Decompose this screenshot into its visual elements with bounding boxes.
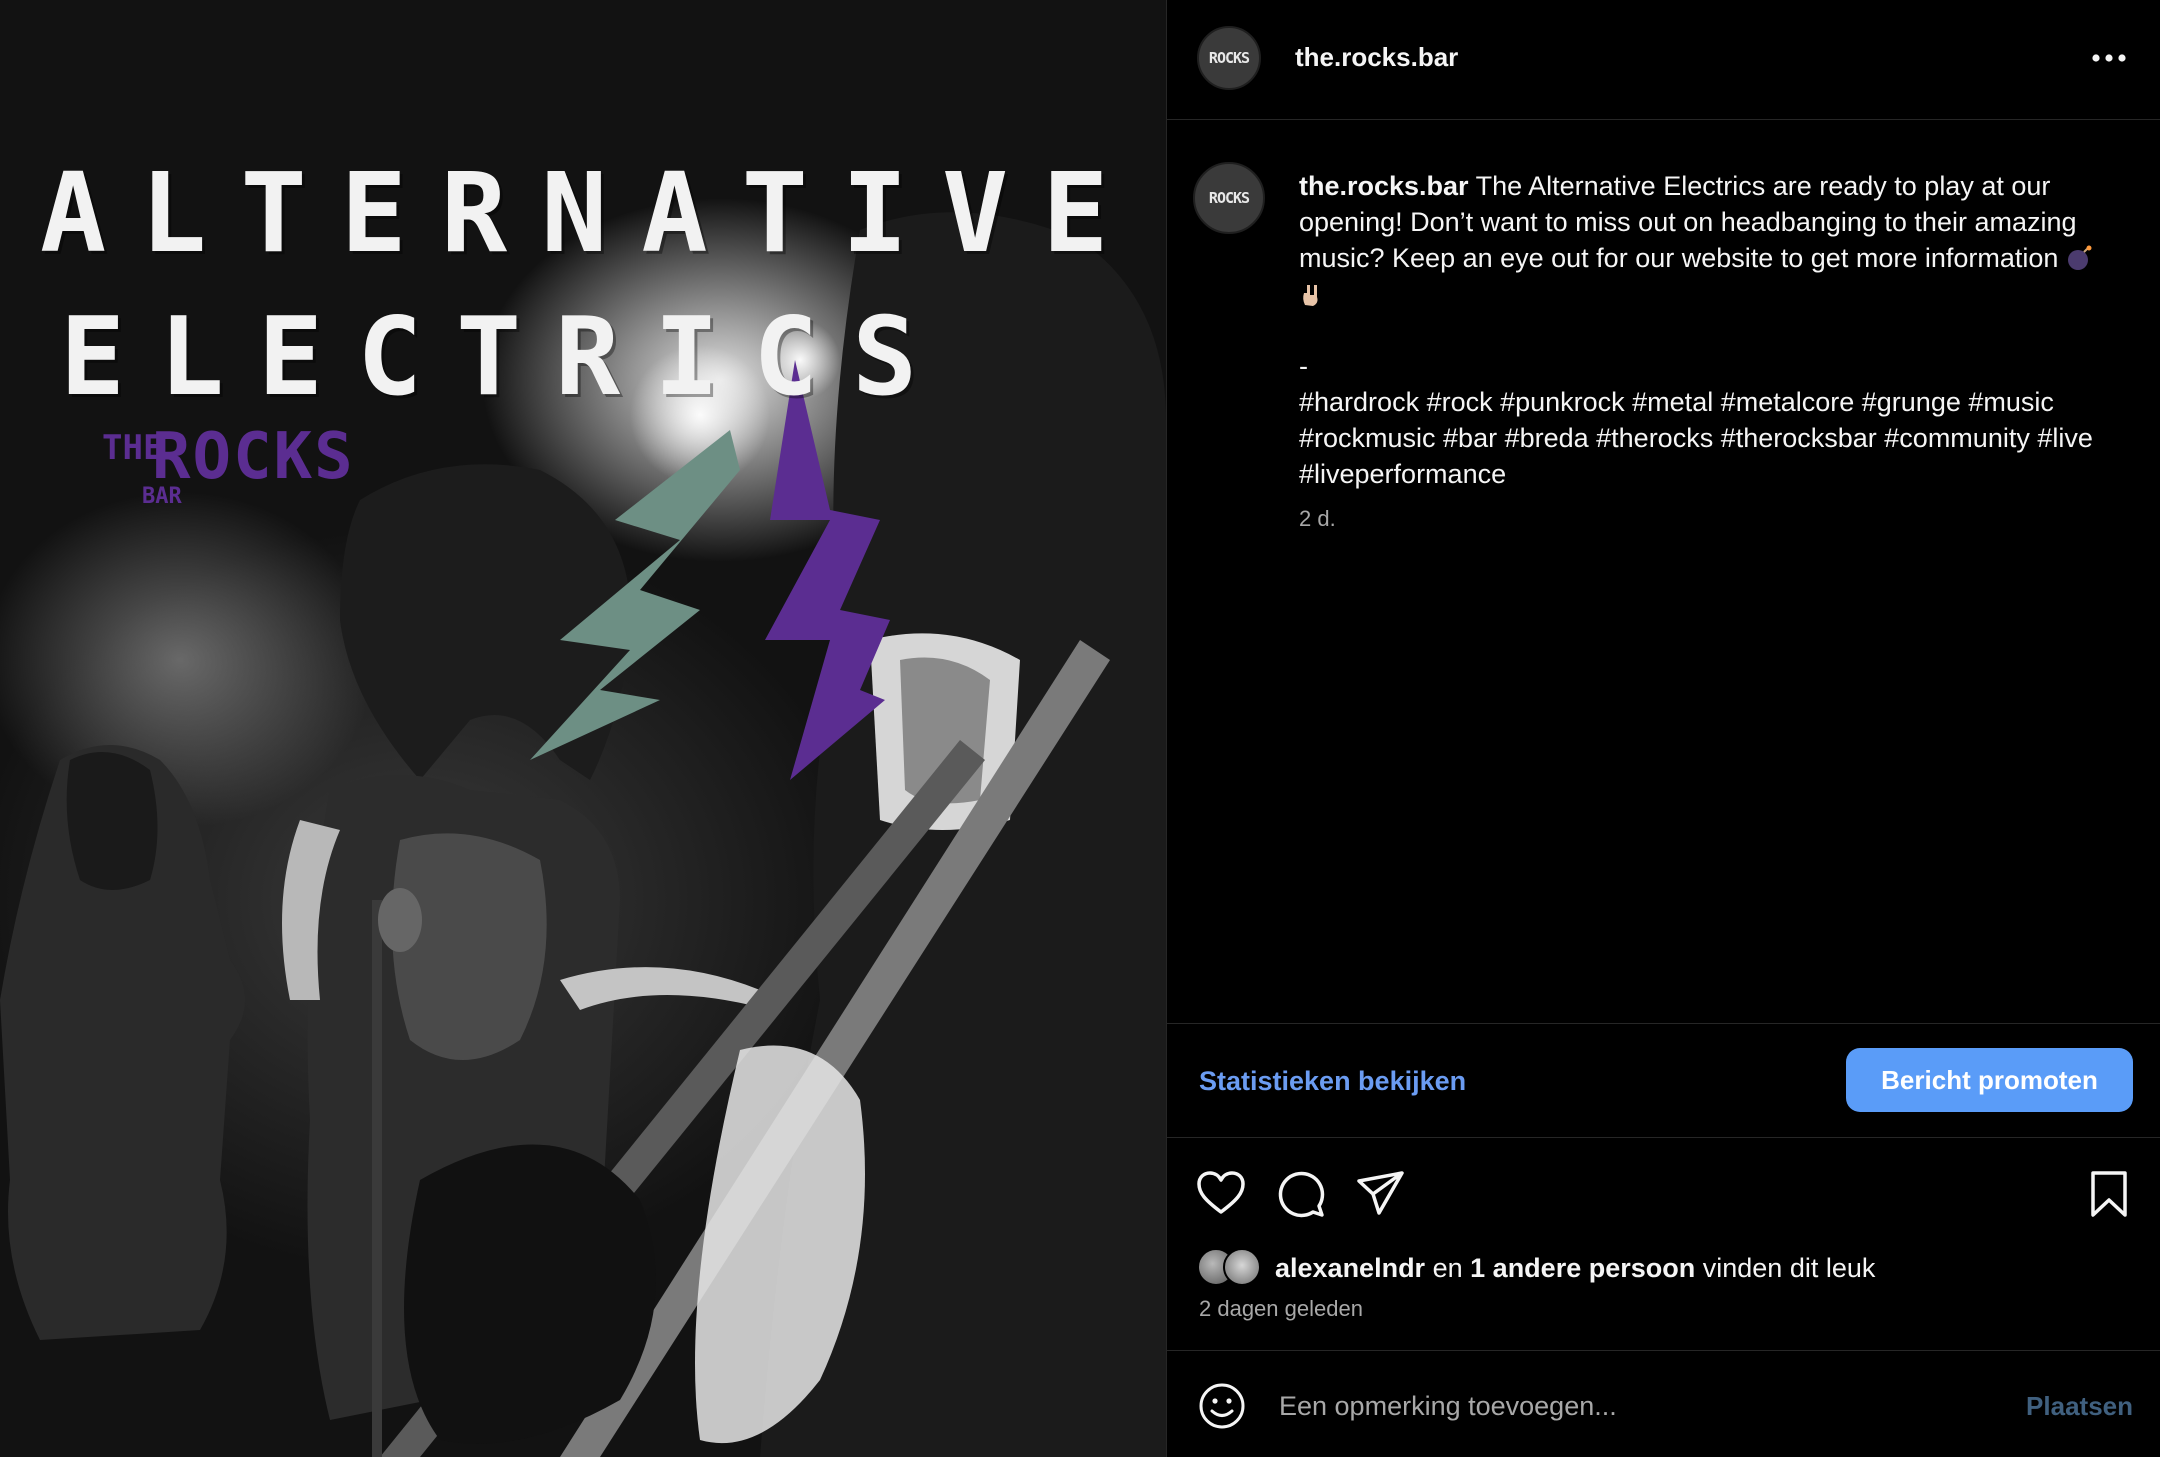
post-header: ROCKS the.rocks.bar [1167,0,2160,120]
header-username[interactable]: the.rocks.bar [1295,42,1458,73]
more-options-button[interactable] [2087,38,2131,78]
likes-others[interactable]: 1 andere persoon [1470,1253,1695,1283]
liker-username[interactable]: alexanelndr [1275,1253,1425,1283]
post-actions: alexanelndr en 1 andere persoon vinden d… [1167,1138,2160,1378]
logo-rocks-text: ROCKS [152,420,355,494]
logo-bar-text: BAR [142,484,182,509]
comment-icon[interactable] [1275,1168,1327,1220]
avatar-text: ROCKS [1208,49,1250,67]
poster-title-line1: ALTERNATIVE [40,149,1143,277]
view-insights-link[interactable]: Statistieken bekijken [1199,1066,1466,1097]
promote-post-button[interactable]: Bericht promoten [1846,1048,2133,1112]
caption-text: the.rocks.bar The Alternative Electrics … [1299,168,2129,492]
heart-icon[interactable] [1195,1168,1247,1220]
emoji-picker-icon[interactable] [1197,1381,1247,1431]
likes-summary: alexanelndr en 1 andere persoon vinden d… [1197,1244,1875,1292]
liker-avatar-2 [1223,1248,1261,1286]
comment-input[interactable] [1279,1379,1959,1433]
comment-composer: Plaatsen [1167,1350,2160,1457]
post-image[interactable]: ALTERNATIVE ELECTRICS THE ROCKS BAR [0,0,1166,1457]
likes-connector: en [1432,1252,1463,1283]
promotion-bar: Statistieken bekijken Bericht promoten [1167,1024,2160,1138]
poster-title-line2: ELECTRICS [60,295,952,420]
bookmark-icon[interactable] [2083,1168,2135,1220]
profile-avatar[interactable]: ROCKS [1197,26,1261,90]
post-comment-button[interactable]: Plaatsen [2026,1391,2133,1422]
share-icon[interactable] [1355,1168,1407,1220]
caption-dash: - [1299,351,1308,381]
caption-avatar-text: ROCKS [1208,189,1250,207]
rock-hand-emoji-icon [1303,285,1318,306]
caption-section: ROCKS the.rocks.bar The Alternative Elec… [1167,120,2160,1024]
liker-avatars[interactable] [1197,1246,1271,1290]
bomb-emoji-icon [2067,245,2092,270]
likes-suffix: vinden dit leuk [1702,1252,1876,1283]
caption-timestamp: 2 d. [1299,506,1336,531]
post-age: 2 dagen geleden [1199,1296,1363,1321]
caption-username[interactable]: the.rocks.bar [1299,171,1469,201]
caption-avatar[interactable]: ROCKS [1193,162,1265,234]
post-details-panel: ROCKS the.rocks.bar ROCKS the.rocks.bar … [1166,0,2160,1457]
rocks-bar-logo: THE ROCKS BAR [72,420,353,524]
more-horizontal-icon [2092,54,2126,62]
caption-hashtags[interactable]: #hardrock #rock #punkrock #metal #metalc… [1299,384,2129,492]
